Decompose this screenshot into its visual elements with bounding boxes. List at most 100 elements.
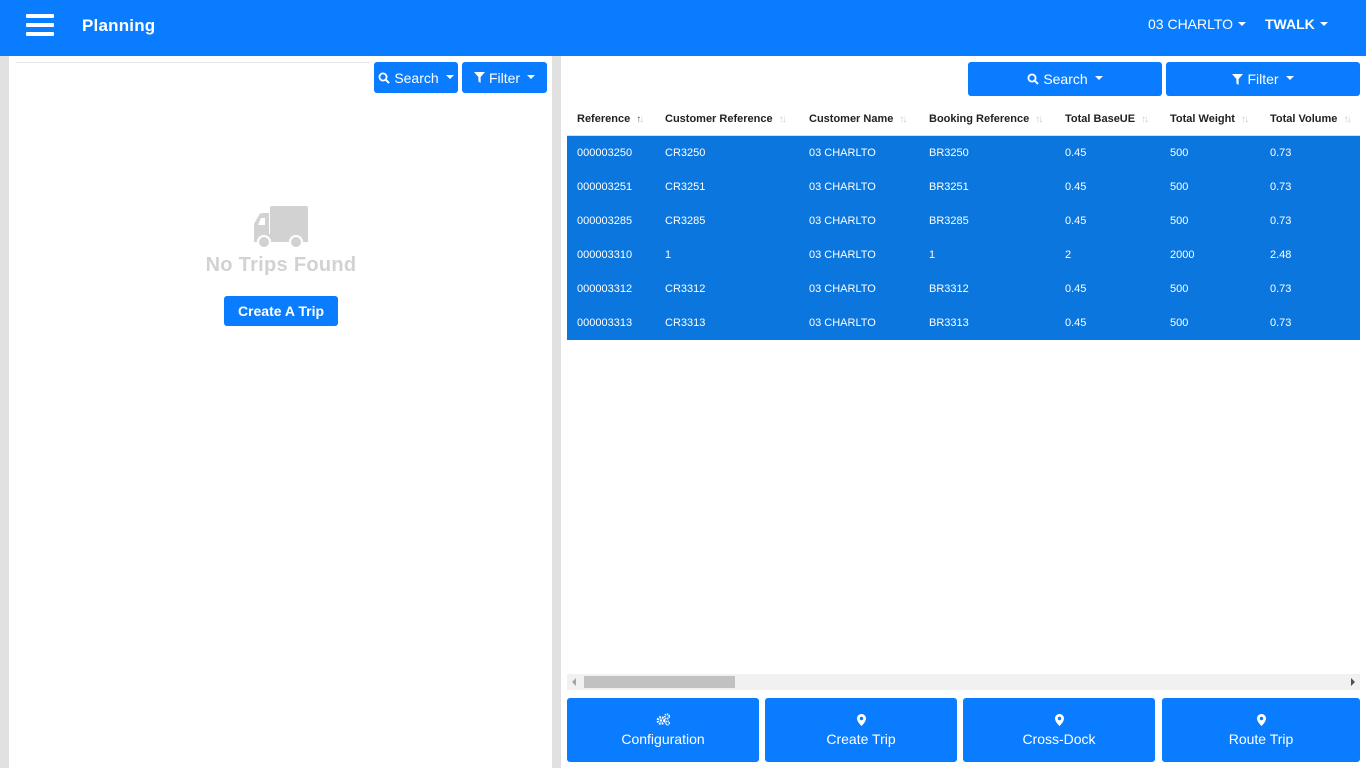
cell-reference: 000003313	[577, 317, 633, 329]
table-row[interactable]: 000003312 CR3312 03 CHARLTO BR3312 0.45 …	[567, 272, 1360, 306]
cell-total-volume: 0.73	[1270, 181, 1292, 193]
sort-icon: ↑↓	[1240, 113, 1249, 125]
orders-filter-button[interactable]: Filter	[1166, 62, 1360, 96]
sort-icon: ↑↓	[1343, 113, 1351, 125]
cell-total-baseue: 2	[1065, 249, 1072, 261]
cell-total-baseue: 0.45	[1065, 283, 1087, 295]
map-marker-icon	[856, 713, 866, 726]
create-trip-button[interactable]: Create Trip	[765, 698, 957, 762]
create-a-trip-button[interactable]: Create A Trip	[224, 296, 338, 326]
cell-customer-name: 03 CHARLTO	[809, 317, 876, 329]
column-label: Reference	[577, 113, 631, 125]
cell-customer-reference: CR3250	[665, 147, 706, 159]
column-label: Total Weight	[1170, 113, 1235, 125]
column-header-reference[interactable]: Reference ↑↓	[577, 102, 644, 136]
cell-customer-name: 03 CHARLTO	[809, 283, 876, 295]
sort-icon: ↑↓	[1035, 113, 1043, 125]
caret-down-icon	[1094, 76, 1103, 80]
column-header-booking-reference[interactable]: Booking Reference ↑↓	[929, 102, 1043, 136]
cross-dock-label: Cross-Dock	[1022, 730, 1096, 747]
cross-dock-button[interactable]: Cross-Dock	[963, 698, 1155, 762]
cell-reference: 000003310	[577, 249, 633, 261]
top-navbar: Planning 03 CHARLTO TWALK	[0, 0, 1366, 56]
divider-line	[16, 62, 370, 63]
horizontal-scrollbar[interactable]	[567, 674, 1360, 690]
cell-customer-reference: CR3251	[665, 181, 706, 193]
cell-total-weight: 2000	[1170, 249, 1195, 261]
cell-customer-reference: CR3313	[665, 317, 706, 329]
cell-booking-reference: BR3285	[929, 215, 969, 227]
user-label: TWALK	[1265, 16, 1315, 32]
caret-down-icon	[445, 74, 454, 79]
cell-booking-reference: BR3251	[929, 181, 969, 193]
route-trip-button[interactable]: Route Trip	[1162, 698, 1360, 762]
empty-state: No Trips Found	[200, 204, 362, 277]
cell-total-volume: 0.73	[1270, 317, 1292, 329]
cell-customer-reference: 1	[665, 249, 672, 261]
scrollbar-thumb[interactable]	[584, 676, 735, 688]
table-row[interactable]: 000003250 CR3250 03 CHARLTO BR3250 0.45 …	[567, 136, 1360, 170]
scroll-left-icon[interactable]	[572, 678, 576, 686]
table-row[interactable]: 000003285 CR3285 03 CHARLTO BR3285 0.45 …	[567, 204, 1360, 238]
caret-down-icon	[1285, 76, 1294, 80]
sort-icon: ↑↓	[1141, 113, 1149, 125]
column-header-customer-reference[interactable]: Customer Reference ↑↓	[665, 102, 787, 136]
orders-table: Reference ↑↓ Customer Reference ↑↓ Custome…	[567, 102, 1360, 340]
cell-customer-name: 03 CHARLTO	[809, 147, 876, 159]
column-header-total-baseue[interactable]: Total BaseUE ↑↓	[1065, 102, 1149, 136]
column-label: Total BaseUE	[1065, 113, 1136, 125]
route-trip-label: Route Trip	[1228, 730, 1294, 747]
search-label: Search	[394, 69, 439, 86]
truck-icon	[254, 206, 308, 249]
filter-icon	[1232, 73, 1244, 85]
map-marker-icon	[1256, 713, 1266, 726]
cell-total-baseue: 0.45	[1065, 215, 1087, 227]
search-icon	[378, 72, 391, 84]
left-rail	[0, 56, 9, 768]
scroll-right-icon[interactable]	[1351, 678, 1355, 686]
cogs-icon	[656, 713, 670, 726]
table-row[interactable]: 000003310 1 03 CHARLTO 1 2 2000 2.48	[567, 238, 1360, 272]
cell-customer-reference: CR3285	[665, 215, 706, 227]
cell-booking-reference: BR3250	[929, 147, 969, 159]
cell-customer-name: 03 CHARLTO	[809, 181, 876, 193]
trips-filter-button[interactable]: Filter	[462, 62, 547, 93]
location-label: 03 CHARLTO	[1148, 16, 1234, 32]
create-trip-label: Create Trip	[826, 730, 896, 747]
column-label: Total Volume	[1270, 113, 1338, 125]
cell-total-baseue: 0.45	[1065, 147, 1087, 159]
column-header-total-weight[interactable]: Total Weight ↑↓	[1170, 102, 1249, 136]
cell-booking-reference: BR3313	[929, 317, 969, 329]
table-row[interactable]: 000003251 CR3251 03 CHARLTO BR3251 0.45 …	[567, 170, 1360, 204]
filter-icon	[473, 72, 485, 83]
cell-reference: 000003312	[577, 283, 633, 295]
column-header-total-volume[interactable]: Total Volume ↑↓	[1270, 102, 1351, 136]
empty-state-text: No Trips Found	[205, 254, 357, 276]
cell-total-volume: 2.48	[1270, 249, 1292, 261]
cell-customer-reference: CR3312	[665, 283, 706, 295]
menu-icon[interactable]	[26, 14, 54, 38]
cell-total-volume: 0.73	[1270, 147, 1292, 159]
user-dropdown[interactable]: TWALK	[1265, 16, 1328, 32]
cell-total-volume: 0.73	[1270, 283, 1292, 295]
filter-label: Filter	[488, 69, 521, 86]
column-label: Customer Reference	[665, 113, 773, 125]
configuration-button[interactable]: Configuration	[567, 698, 759, 762]
cell-customer-name: 03 CHARLTO	[809, 249, 876, 261]
panel-splitter[interactable]	[552, 56, 561, 768]
column-header-customer-name[interactable]: Customer Name ↑↓	[809, 102, 907, 136]
cell-total-weight: 500	[1170, 215, 1189, 227]
table-row[interactable]: 000003313 CR3313 03 CHARLTO BR3313 0.45 …	[567, 306, 1360, 340]
cell-total-volume: 0.73	[1270, 215, 1292, 227]
trips-search-button[interactable]: Search	[374, 62, 458, 93]
page-title: Planning	[82, 16, 156, 35]
cell-booking-reference: BR3312	[929, 283, 969, 295]
orders-search-button[interactable]: Search	[968, 62, 1162, 96]
column-label: Booking Reference	[929, 113, 1030, 125]
location-dropdown[interactable]: 03 CHARLTO	[1148, 16, 1247, 32]
cell-reference: 000003251	[577, 181, 633, 193]
sort-icon: ↑↓	[636, 113, 644, 125]
caret-down-icon	[1319, 22, 1328, 27]
cell-reference: 000003250	[577, 147, 633, 159]
cell-reference: 000003285	[577, 215, 633, 227]
